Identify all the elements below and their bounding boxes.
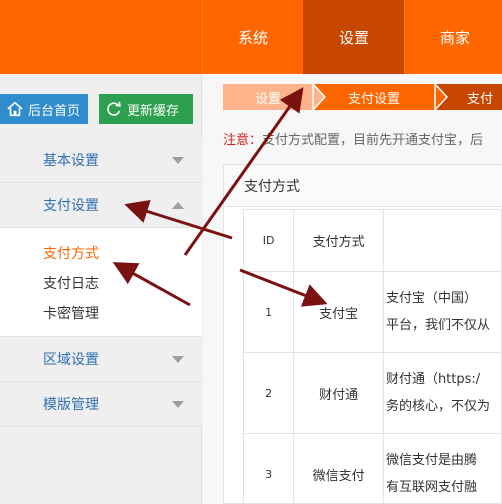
chevron-up-icon bbox=[172, 201, 184, 209]
submenu-payment-methods[interactable]: 支付方式 bbox=[0, 238, 202, 268]
table-row: 2 财付通 财付通（https:/ 务的核心，不仅为 bbox=[242, 352, 502, 434]
cell-id: 3 bbox=[242, 433, 295, 504]
refresh-cache-button[interactable]: 更新缓存 bbox=[99, 94, 193, 124]
submenu-payment-logs[interactable]: 支付日志 bbox=[0, 268, 202, 298]
description-line: 微信支付是由腾 bbox=[385, 453, 477, 468]
breadcrumb-separators bbox=[312, 84, 449, 110]
cell-method: 支付宝 bbox=[293, 271, 384, 353]
main-content: 设置 支付设置 支付 注意：支付方式配置，目前先开通支付宝，后 支付方式 ID … bbox=[203, 74, 502, 504]
home-icon bbox=[7, 101, 23, 117]
payment-submenu: 支付方式 支付日志 卡密管理 bbox=[0, 228, 202, 337]
cell-description: 财付通（https:/ 务的核心，不仅为 bbox=[382, 352, 502, 434]
nav-tab-merchant[interactable]: 商家 bbox=[404, 0, 502, 74]
column-header-description bbox=[382, 209, 502, 272]
cell-id: 1 bbox=[242, 271, 295, 353]
menu-template-management[interactable]: 模版管理 bbox=[0, 382, 202, 427]
menu-label: 模版管理 bbox=[43, 397, 99, 413]
table-row: 3 微信支付 微信支付是由腾 有互联网支付融 bbox=[242, 433, 502, 504]
chevron-down-icon bbox=[172, 400, 184, 408]
home-button[interactable]: 后台首页 bbox=[0, 94, 88, 124]
description-line: 有互联网支付融 bbox=[385, 480, 477, 495]
menu-payment-settings[interactable]: 支付设置 bbox=[0, 183, 202, 228]
top-header: 系统 设置 商家 bbox=[0, 0, 502, 74]
cell-description: 支付宝（中国） 平台，我们不仅从 bbox=[382, 271, 502, 353]
menu-label: 支付设置 bbox=[43, 198, 99, 214]
menu-label: 基本设置 bbox=[43, 153, 99, 169]
cell-id: 2 bbox=[242, 352, 295, 434]
cell-method: 财付通 bbox=[293, 352, 384, 434]
table-header-row: ID 支付方式 bbox=[242, 209, 502, 272]
home-button-label: 后台首页 bbox=[28, 103, 81, 119]
description-line: 支付宝（中国） bbox=[385, 291, 477, 306]
table-row: 1 支付宝 支付宝（中国） 平台，我们不仅从 bbox=[242, 271, 502, 353]
notice-text: 注意：支付方式配置，目前先开通支付宝，后 bbox=[223, 129, 483, 148]
submenu-card-management[interactable]: 卡密管理 bbox=[0, 298, 202, 328]
payment-methods-table: ID 支付方式 1 支付宝 支付宝（中国） 平台，我们不仅从 2 财付通 财付通… bbox=[242, 209, 502, 504]
menu-label: 区域设置 bbox=[43, 352, 99, 368]
notice-body: 支付方式配置，目前先开通支付宝，后 bbox=[262, 133, 484, 148]
panel-title: 支付方式 bbox=[224, 165, 502, 207]
sidebar: 后台首页 更新缓存 基本设置 支付设置 支付方式 支付日志 卡密管理 区域设置 bbox=[0, 74, 202, 504]
notice-label: 注意： bbox=[223, 133, 263, 148]
column-header-id: ID bbox=[242, 209, 295, 272]
cell-method: 微信支付 bbox=[293, 433, 384, 504]
sidebar-menu: 基本设置 支付设置 支付方式 支付日志 卡密管理 区域设置 模版管理 bbox=[0, 138, 202, 427]
payment-methods-panel: 支付方式 ID 支付方式 1 支付宝 支付宝（中国） 平台，我们不仅从 2 财付… bbox=[223, 164, 502, 504]
quick-actions: 后台首页 更新缓存 bbox=[0, 94, 193, 124]
menu-region-settings[interactable]: 区域设置 bbox=[0, 337, 202, 382]
menu-basic-settings[interactable]: 基本设置 bbox=[0, 138, 202, 183]
refresh-icon bbox=[107, 101, 121, 116]
description-line: 务的核心，不仅为 bbox=[385, 399, 490, 414]
description-line: 财付通（https:/ bbox=[385, 372, 481, 387]
chevron-down-icon bbox=[172, 156, 184, 164]
chevron-down-icon bbox=[172, 355, 184, 363]
description-line: 平台，我们不仅从 bbox=[385, 318, 490, 333]
top-nav: 系统 设置 商家 bbox=[202, 0, 502, 74]
nav-tab-settings[interactable]: 设置 bbox=[303, 0, 404, 74]
refresh-button-label: 更新缓存 bbox=[127, 103, 180, 119]
nav-tab-system[interactable]: 系统 bbox=[202, 0, 303, 74]
cell-description: 微信支付是由腾 有互联网支付融 bbox=[382, 433, 502, 504]
column-header-method: 支付方式 bbox=[293, 209, 384, 272]
